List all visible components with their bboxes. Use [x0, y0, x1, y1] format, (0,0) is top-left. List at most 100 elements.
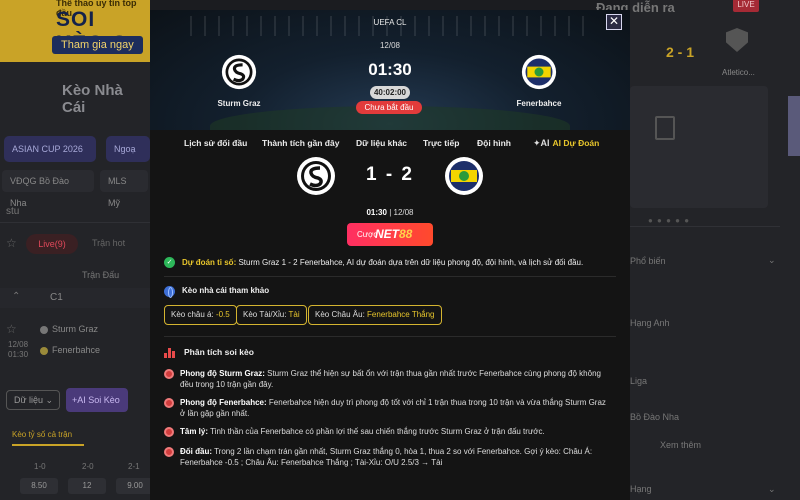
- pill-value: Fenerbahce Thắng: [367, 310, 435, 319]
- pill-value: -0.5: [215, 310, 230, 319]
- asian-handicap-pill[interactable]: Kèo châu á: -0.5: [164, 305, 237, 325]
- away-team-name: Fenerbahce: [516, 99, 562, 108]
- odds-header: 2-0: [82, 462, 94, 471]
- status-badge: Chưa bắt đầu: [356, 101, 422, 114]
- away-team[interactable]: Fenerbahce: [494, 54, 584, 108]
- football-icon: [164, 369, 174, 379]
- sturm-graz-logo-icon: [297, 157, 335, 195]
- reference-title: Kèo nhà cái tham khảo: [182, 286, 270, 295]
- brand-88: 88: [399, 227, 413, 241]
- live-team: Atletico...: [722, 68, 755, 77]
- kickoff-time: 01:30: [366, 208, 387, 217]
- european-odds-pill[interactable]: Kèo Châu Âu: Fenerbahce Thắng: [308, 305, 442, 325]
- menu-item[interactable]: Hạng Anh: [630, 318, 670, 328]
- data-label: Dữ liệu: [14, 395, 44, 405]
- background-left-panel: Thể thao uy tín top đầu SOI KÈO C Tham g…: [0, 0, 154, 500]
- countdown: 40:02:00: [370, 86, 410, 99]
- chevron-down-icon[interactable]: ⌄: [768, 255, 776, 266]
- live-tab[interactable]: Live(9): [26, 234, 78, 254]
- menu-item[interactable]: Bồ Đào Nha: [630, 412, 679, 422]
- team-name: Sturm Graz: [52, 324, 99, 334]
- data-dropdown[interactable]: Dữ liệu ⌄: [6, 390, 60, 410]
- tab-ai-label: AI Dự Đoán: [552, 138, 600, 148]
- star-icon[interactable]: ☆: [6, 236, 17, 250]
- ai-analysis-button[interactable]: +AI Soi Kèo: [66, 388, 128, 412]
- analysis-label: Phong độ Sturm Graz:: [180, 369, 265, 378]
- odds-cell[interactable]: 12: [68, 478, 106, 494]
- league-row[interactable]: ⌃ C1: [0, 288, 150, 308]
- promo-banner[interactable]: Thể thao uy tín top đầu SOI KÈO C Tham g…: [0, 0, 150, 62]
- tab-recent-form[interactable]: Thành tích gần đây: [262, 138, 339, 148]
- divider: [164, 276, 616, 277]
- menu-item[interactable]: Hạng: [630, 484, 652, 494]
- football-icon: [164, 398, 174, 408]
- chip-asian-cup[interactable]: ASIAN CUP 2026: [4, 136, 96, 162]
- tab-live[interactable]: Trực tiếp: [423, 138, 459, 148]
- analysis-label: Phong độ Fenerbahce:: [180, 398, 267, 407]
- background-right-panel: Đang diễn ra LIVE 2 - 1 Atletico... ● ● …: [596, 0, 800, 500]
- carousel-dots[interactable]: ● ● ● ● ●: [648, 216, 690, 225]
- filter-mls[interactable]: MLS Mỹ: [100, 170, 148, 208]
- pill-label: Kèo Tài/Xỉu:: [243, 310, 287, 319]
- predicted-score: 1 - 2: [365, 164, 415, 185]
- filter-portugal[interactable]: VĐQG Bồ Đào Nha: [2, 170, 94, 208]
- analysis-text: Trong 2 lần chạm trán gần nhất, Sturm Gr…: [180, 447, 593, 467]
- team-logo-icon: [40, 346, 48, 355]
- menu-item[interactable]: Liga: [630, 376, 647, 386]
- odds-cell[interactable]: 8.50: [20, 478, 58, 494]
- tab-head-to-head[interactable]: Lịch sử đối đầu: [184, 138, 247, 148]
- league-name: UEFA CL: [373, 18, 407, 27]
- odds-cell[interactable]: 9.00: [116, 478, 154, 494]
- check-icon: ✓: [164, 257, 175, 268]
- pill-value: Tài: [288, 310, 300, 319]
- column-header: Trận Đấu: [82, 270, 120, 280]
- bet-net88-button[interactable]: Cược NET88: [347, 223, 433, 246]
- football-icon: [164, 447, 174, 457]
- team-row-away: Fenerbahce: [40, 345, 100, 355]
- hot-tab[interactable]: Trận hot: [92, 238, 125, 248]
- chevron-down-icon[interactable]: ⌄: [768, 484, 776, 495]
- tab-other-data[interactable]: Dữ liệu khác: [356, 138, 407, 148]
- see-more-link[interactable]: Xem thêm: [660, 440, 701, 450]
- kickoff-date: | 12/08: [389, 208, 414, 217]
- live-score: 2 - 1: [666, 44, 695, 60]
- analysis-title: Phân tích soi kèo: [184, 347, 254, 357]
- football-icon: [164, 427, 174, 437]
- home-team-name: Sturm Graz: [217, 99, 261, 108]
- bar-chart-icon: [164, 348, 176, 358]
- chevron-up-icon[interactable]: ⌃: [12, 291, 20, 302]
- pill-label: Kèo Châu Âu:: [315, 310, 365, 319]
- kickoff-info: 01:30 | 12/08: [150, 208, 630, 217]
- odds-header: 1-0: [34, 462, 46, 471]
- close-button[interactable]: ✕: [606, 14, 622, 30]
- ai-spark-icon: ✦AI: [533, 138, 550, 148]
- analysis-label: Đối đầu:: [180, 447, 212, 456]
- tab-ai-prediction[interactable]: ✦AI AI Dự Đoán: [533, 138, 599, 149]
- prediction-label: Dự đoán tỉ số:: [182, 258, 237, 267]
- image-card[interactable]: [630, 86, 768, 208]
- divider: [0, 222, 150, 223]
- shield-icon: [726, 28, 748, 52]
- star-icon[interactable]: ☆: [6, 322, 17, 336]
- league-code: C1: [50, 292, 63, 303]
- side-banner[interactable]: [788, 96, 800, 156]
- match-date: 12/08: [8, 340, 29, 349]
- pill-label: Kèo châu á:: [171, 310, 214, 319]
- brand-net: NET: [375, 227, 399, 241]
- sturm-graz-logo-icon: [221, 54, 257, 90]
- join-now-button[interactable]: Tham gia ngay: [52, 36, 143, 54]
- chip-ngoai[interactable]: Ngoạ: [106, 136, 150, 162]
- divider: [630, 226, 780, 227]
- match-time: 01:30: [8, 350, 29, 359]
- team-logo-icon: [40, 325, 48, 334]
- over-under-pill[interactable]: Kèo Tài/Xỉu: Tài: [236, 305, 307, 325]
- search-input[interactable]: stu: [6, 206, 19, 217]
- tab-lineup[interactable]: Đội hình: [477, 138, 511, 148]
- menu-item[interactable]: Phổ biến: [630, 256, 666, 266]
- home-team[interactable]: Sturm Graz: [194, 54, 284, 108]
- match-detail-modal: UEFA CL ✕ 12/08 01:30 40:02:00 Chưa bắt …: [150, 10, 630, 500]
- fenerbahce-logo-icon: [521, 54, 557, 90]
- analysis-label: Tâm lý:: [180, 427, 209, 436]
- odds-tab[interactable]: Kèo tỷ số cả trận: [12, 430, 84, 446]
- live-badge: LIVE: [733, 0, 759, 12]
